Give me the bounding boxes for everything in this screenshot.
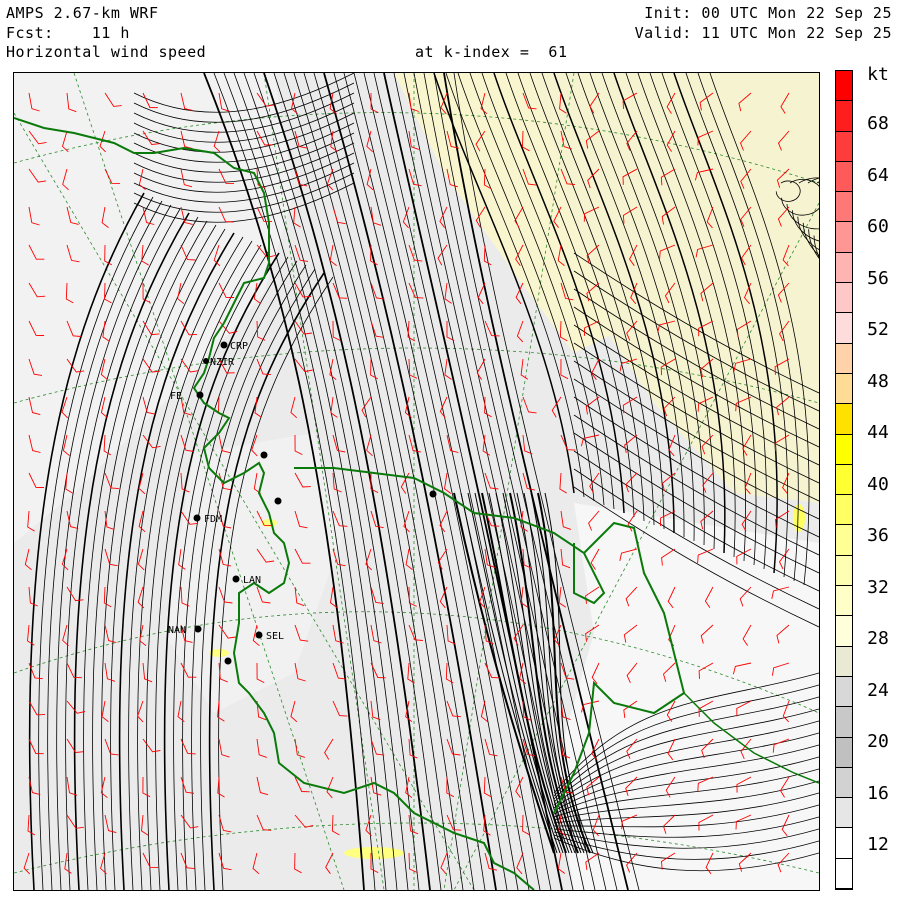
station-dot [255, 631, 263, 639]
model-title: AMPS 2.67-km WRF [6, 4, 159, 22]
fcst-label: Fcst: [6, 24, 54, 42]
station-dot [203, 358, 209, 364]
colorbar-segment [836, 737, 852, 768]
station-label: FE [170, 391, 182, 402]
station-dot [220, 341, 228, 349]
station-dot [196, 391, 204, 399]
station-dot [194, 625, 202, 633]
vertical-level: at k-index = 61 [415, 43, 568, 61]
colorbar-segment [836, 676, 852, 708]
station-label: FDM [204, 514, 222, 525]
colorbar-segment [836, 798, 852, 829]
colorbar-tick-label: 20 [867, 731, 889, 752]
station-label: SEL [266, 631, 284, 642]
colorbar-tick-label: 12 [867, 834, 889, 855]
station-dot[interactable] [224, 657, 232, 665]
colorbar-segment [836, 767, 852, 799]
colorbar-segment [836, 161, 852, 193]
colorbar-segment [836, 858, 852, 889]
fcst-value: 11 h [91, 24, 130, 42]
forecast-hour: Fcst: 11 h [6, 24, 130, 42]
station-dot [193, 514, 201, 522]
highlight-patch [344, 847, 404, 859]
colorbar-segment [836, 343, 852, 374]
colorbar-segment [836, 646, 852, 677]
colorbar-segment [836, 434, 852, 465]
colorbar-segment [836, 192, 852, 223]
colorbar-segment [836, 131, 852, 162]
colorbar-segment [836, 525, 852, 556]
colorbar-segment [836, 464, 852, 496]
field-name: Horizontal wind speed [6, 43, 207, 61]
colorbar-segment [836, 495, 852, 526]
colorbar-unit: kt [867, 64, 889, 85]
colorbar-segment [836, 283, 852, 314]
station-dot [232, 575, 240, 583]
colorbar-segment [836, 101, 852, 132]
map-canvas: CRP NZIR FE FDM LAN NAN SEL [14, 73, 819, 890]
station-label: LAN [243, 575, 261, 586]
colorbar-segment [836, 71, 852, 102]
colorbar-segment [836, 828, 852, 859]
colorbar-tick-label: 28 [867, 628, 889, 649]
colorbar-segment [836, 373, 852, 405]
colorbar-segment [836, 252, 852, 284]
station-label: NZIR [210, 357, 235, 368]
colorbar-segment [836, 555, 852, 587]
station-label: NAN [168, 625, 186, 636]
valid-time: Valid: 11 UTC Mon 22 Sep 25 [634, 24, 892, 42]
colorbar-tick-label: 44 [867, 422, 889, 443]
station-dot[interactable] [429, 490, 437, 498]
colorbar-tick-label: 52 [867, 319, 889, 340]
colorbar-tick-label: 68 [867, 113, 889, 134]
colorbar-tick-label: 64 [867, 164, 889, 186]
colorbar-segment [836, 313, 852, 344]
colorbar-segment [836, 616, 852, 647]
colorbar-tick-label: 36 [867, 525, 889, 546]
colorbar-tick-label: 32 [867, 576, 889, 598]
colorbar-tick-label: 56 [867, 267, 889, 289]
colorbar-tick-label: 24 [867, 679, 889, 701]
station-label: CRP [230, 341, 248, 352]
colorbar-segment [836, 222, 852, 253]
station-dot[interactable] [274, 497, 282, 505]
wind-map: CRP NZIR FE FDM LAN NAN SEL [13, 72, 820, 891]
wind-speed-colorbar [835, 70, 853, 890]
colorbar-segment [836, 586, 852, 617]
colorbar-segment [836, 404, 852, 435]
colorbar-tick-label: 16 [867, 782, 889, 804]
init-time: Init: 00 UTC Mon 22 Sep 25 [644, 4, 892, 22]
colorbar-tick-label: 48 [867, 370, 889, 392]
station-dot[interactable] [260, 451, 268, 459]
colorbar-tick-label: 60 [867, 216, 889, 237]
colorbar-segment [836, 707, 852, 738]
colorbar-tick-label: 40 [867, 473, 889, 495]
